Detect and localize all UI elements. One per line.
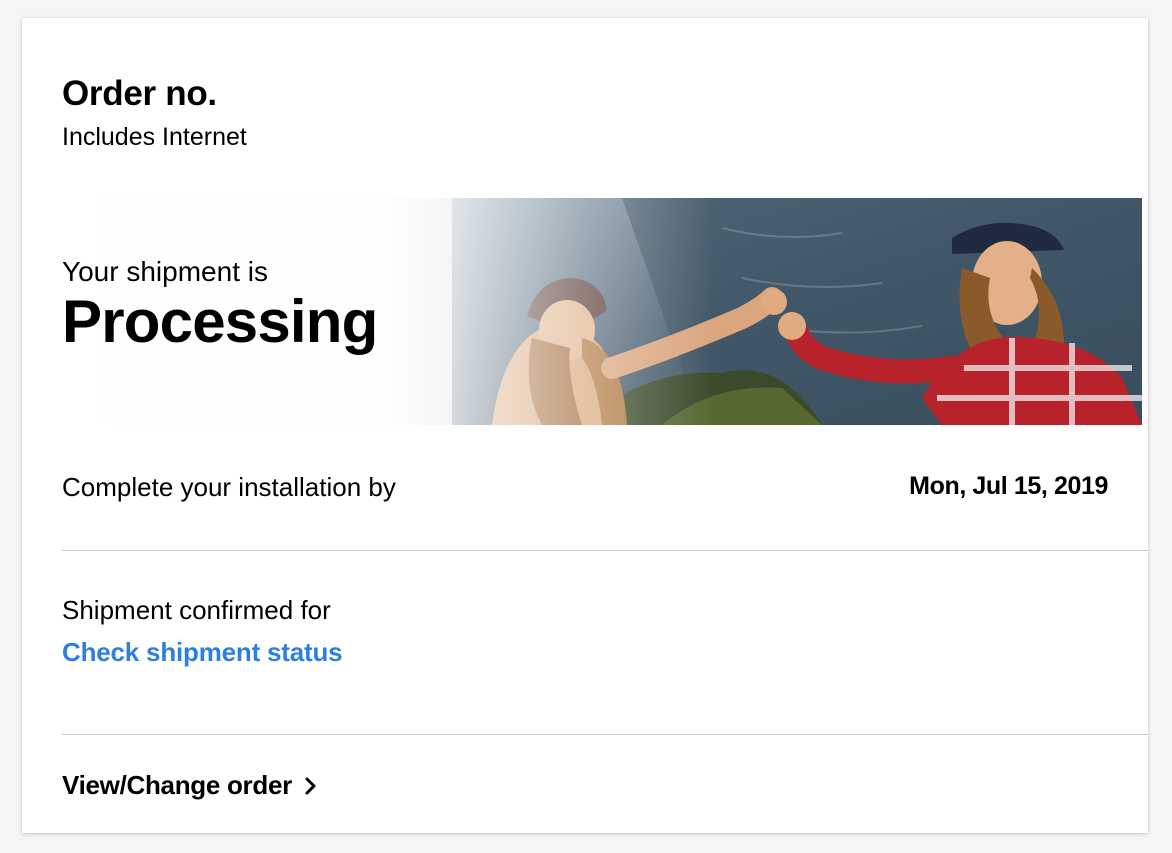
order-card: Order no. Includes Internet Your shipmen… <box>22 18 1148 833</box>
installation-date: Mon, Jul 15, 2019 <box>909 472 1108 500</box>
shipment-banner: Your shipment is Processing <box>22 198 1142 425</box>
installation-label: Complete your installation by <box>62 472 396 502</box>
order-header: Order no. Includes Internet <box>62 74 247 152</box>
view-change-order-label: View/Change order <box>62 770 292 800</box>
divider <box>62 734 1148 735</box>
chevron-right-icon <box>305 777 316 794</box>
divider <box>62 550 1148 551</box>
order-subtitle: Includes Internet <box>62 123 247 151</box>
shipment-status: Processing <box>62 288 378 355</box>
shipment-section: Shipment confirmed for Check shipment st… <box>62 594 343 668</box>
check-shipment-status-link[interactable]: Check shipment status <box>62 636 343 668</box>
installation-row: Complete your installation by Mon, Jul 1… <box>62 468 1108 508</box>
view-change-order-link[interactable]: View/Change order <box>62 770 318 801</box>
shipment-confirmed-label: Shipment confirmed for <box>62 595 331 625</box>
shipment-status-prefix: Your shipment is <box>62 256 268 287</box>
order-title: Order no. <box>62 74 217 113</box>
banner-text: Your shipment is Processing <box>62 256 378 356</box>
